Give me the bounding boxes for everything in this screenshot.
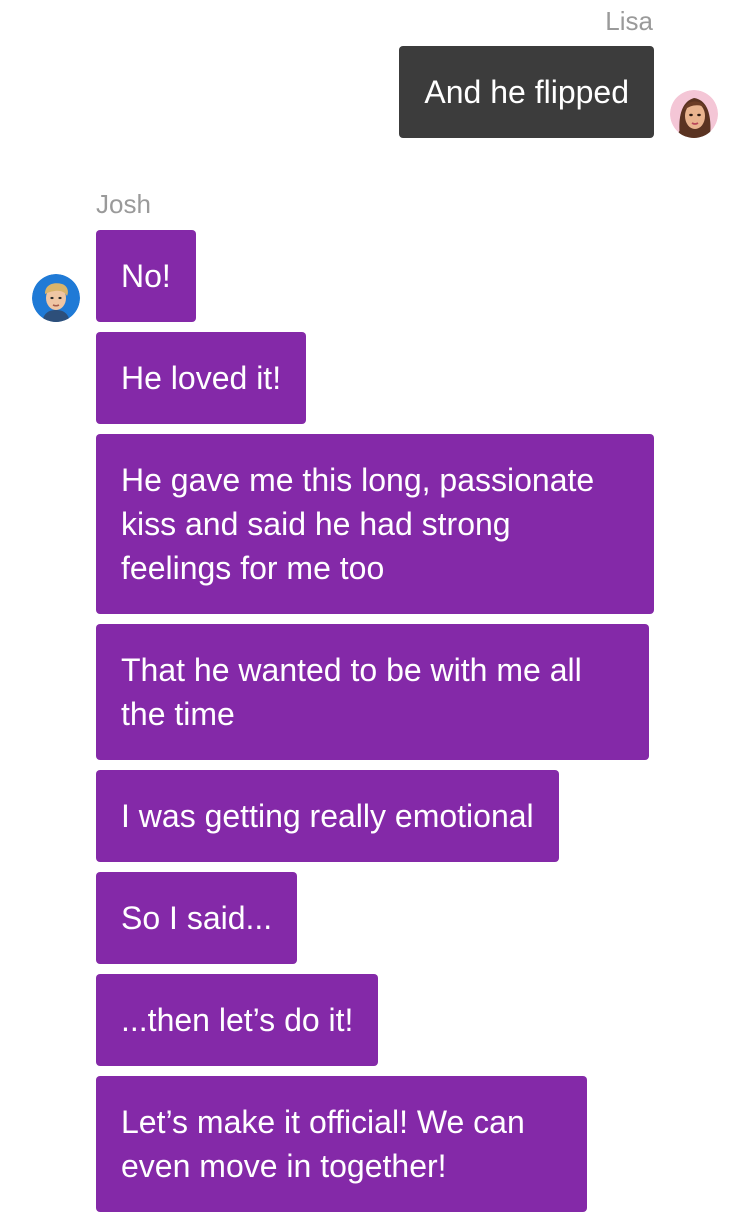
message-text: So I said... [121,900,273,936]
message-text: Let’s make it official! We can even move… [121,1104,525,1184]
message-bubble-josh[interactable]: He gave me this long, passionate kiss an… [96,434,654,614]
sender-name-lisa: Lisa [605,6,653,36]
message-text: He gave me this long, passionate kiss an… [121,462,595,586]
message-bubble-josh[interactable]: I was getting really emotional [96,770,559,862]
message-bubble-josh[interactable]: ...then let’s do it! [96,974,379,1066]
message-bubble-lisa[interactable]: And he flipped [399,46,654,138]
message-bubble-josh[interactable]: So I said... [96,872,298,964]
josh-avatar-icon[interactable] [32,274,80,322]
message-bubble-josh[interactable]: That he wanted to be with me all the tim… [96,624,649,760]
message-bubble-josh[interactable]: He loved it! [96,332,307,424]
sender-name-josh: Josh [96,189,151,219]
message-bubble-josh[interactable]: No! [96,230,196,322]
message-text: No! [121,258,171,294]
message-bubble-josh[interactable]: Let’s make it official! We can even move… [96,1076,587,1212]
lisa-avatar-icon[interactable] [670,90,718,138]
message-text: ...then let’s do it! [121,1002,354,1038]
message-text: That he wanted to be with me all the tim… [121,652,582,732]
message-text: I was getting really emotional [121,798,534,834]
message-text: And he flipped [424,74,629,110]
message-text: He loved it! [121,360,282,396]
